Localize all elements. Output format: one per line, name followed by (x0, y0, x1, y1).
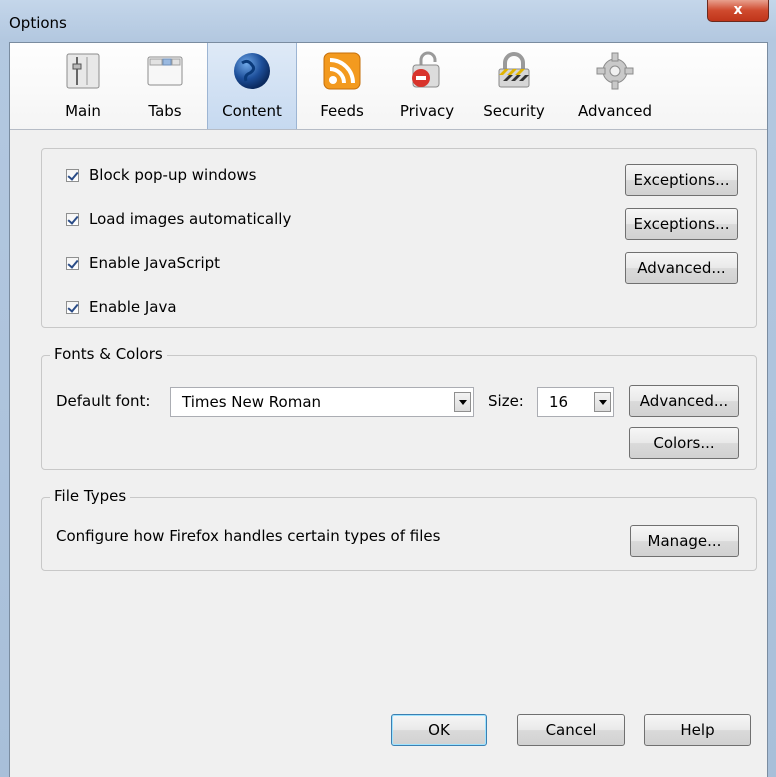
tab-security-label: Security (483, 102, 545, 120)
tab-privacy[interactable]: Privacy (392, 43, 462, 129)
manage-label: Manage... (647, 532, 722, 550)
padlock-icon (498, 52, 530, 88)
popup-exceptions-label: Exceptions... (633, 171, 730, 189)
ok-button[interactable]: OK (391, 714, 487, 746)
tab-content-label: Content (222, 102, 282, 120)
cancel-button[interactable]: Cancel (517, 714, 625, 746)
tab-main-label: Main (65, 102, 101, 120)
font-size-value: 16 (549, 393, 569, 411)
cancel-label: Cancel (545, 721, 597, 739)
javascript-advanced-button[interactable]: Advanced... (625, 252, 738, 284)
enable-javascript-checkbox[interactable] (66, 257, 79, 270)
tab-tabs[interactable]: Tabs (134, 43, 196, 129)
fonts-colors-legend: Fonts & Colors (50, 345, 167, 363)
tab-content[interactable]: Content (207, 43, 297, 129)
globe-icon (234, 53, 270, 89)
default-font-value: Times New Roman (182, 393, 322, 411)
enable-javascript-label: Enable JavaScript (89, 254, 221, 272)
load-images-label: Load images automatically (89, 210, 292, 228)
size-label: Size: (488, 392, 524, 410)
main-icon (66, 53, 100, 89)
privacy-mask-icon (412, 51, 440, 88)
enable-java-label: Enable Java (89, 298, 177, 316)
chevron-down-icon[interactable] (454, 392, 471, 412)
content-options-group: Block pop-up windows Exceptions... Load … (41, 148, 757, 328)
load-images-checkbox[interactable] (66, 213, 79, 226)
category-toolbar: Main Tabs Content Feeds Privacy Security… (10, 43, 767, 130)
options-window: Options x Main Tabs Content Feeds Privac… (0, 0, 776, 777)
dialog-client-area: Main Tabs Content Feeds Privacy Security… (9, 42, 768, 777)
block-popups-checkbox[interactable] (66, 169, 79, 182)
font-size-select[interactable]: 16 (537, 387, 614, 417)
file-types-description: Configure how Firefox handles certain ty… (56, 527, 441, 545)
fonts-advanced-label: Advanced... (639, 392, 729, 410)
tab-feeds[interactable]: Feeds (311, 43, 373, 129)
close-icon: x (733, 2, 743, 18)
tabs-icon (147, 56, 183, 86)
tab-feeds-label: Feeds (320, 102, 364, 120)
ok-label: OK (428, 721, 450, 739)
tab-main[interactable]: Main (53, 43, 113, 129)
fonts-advanced-button[interactable]: Advanced... (629, 385, 739, 417)
colors-button[interactable]: Colors... (629, 427, 739, 459)
manage-button[interactable]: Manage... (630, 525, 739, 557)
fonts-colors-group: Fonts & Colors Default font: Times New R… (41, 345, 757, 470)
chevron-down-icon[interactable] (594, 392, 611, 412)
popup-exceptions-button[interactable]: Exceptions... (625, 164, 738, 196)
tab-advanced[interactable]: Advanced (570, 43, 660, 129)
block-popups-label: Block pop-up windows (89, 166, 257, 184)
enable-java-checkbox[interactable] (66, 301, 79, 314)
tab-privacy-label: Privacy (399, 102, 455, 120)
help-button[interactable]: Help (644, 714, 751, 746)
tab-tabs-label: Tabs (148, 102, 182, 120)
images-exceptions-button[interactable]: Exceptions... (625, 208, 738, 240)
colors-label: Colors... (653, 434, 715, 452)
rss-icon (323, 52, 361, 90)
help-label: Help (680, 721, 715, 739)
gear-icon (596, 52, 634, 90)
file-types-legend: File Types (50, 487, 131, 505)
close-button[interactable]: x (707, 0, 769, 22)
file-types-group: File Types Configure how Firefox handles… (41, 487, 757, 571)
tab-advanced-label: Advanced (577, 102, 653, 120)
default-font-label: Default font: (56, 392, 151, 410)
title-bar[interactable]: Options x (0, 0, 776, 42)
default-font-select[interactable]: Times New Roman (170, 387, 474, 417)
tab-security[interactable]: Security (477, 43, 551, 129)
javascript-advanced-label: Advanced... (637, 259, 726, 277)
images-exceptions-label: Exceptions... (633, 215, 730, 233)
window-title: Options (9, 14, 67, 32)
